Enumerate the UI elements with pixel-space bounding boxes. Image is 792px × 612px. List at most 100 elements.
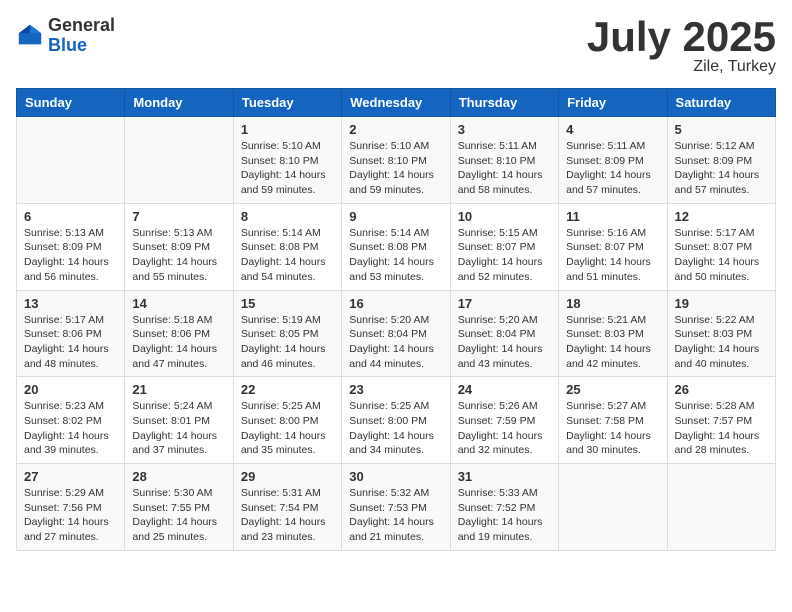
- logo-icon: [16, 22, 44, 50]
- day-number: 20: [24, 382, 117, 397]
- day-info: Sunrise: 5:25 AM Sunset: 8:00 PM Dayligh…: [241, 399, 334, 458]
- day-number: 28: [132, 469, 225, 484]
- day-number: 9: [349, 209, 442, 224]
- day-info: Sunrise: 5:12 AM Sunset: 8:09 PM Dayligh…: [675, 139, 768, 198]
- day-info: Sunrise: 5:33 AM Sunset: 7:52 PM Dayligh…: [458, 486, 551, 545]
- day-info: Sunrise: 5:20 AM Sunset: 8:04 PM Dayligh…: [458, 313, 551, 372]
- day-of-week-header: Monday: [125, 89, 233, 117]
- day-number: 19: [675, 296, 768, 311]
- calendar-cell: 7 Sunrise: 5:13 AM Sunset: 8:09 PM Daylig…: [125, 203, 233, 290]
- day-info: Sunrise: 5:16 AM Sunset: 8:07 PM Dayligh…: [566, 226, 659, 285]
- calendar-cell: 20 Sunrise: 5:23 AM Sunset: 8:02 PM Dayli…: [17, 377, 125, 464]
- calendar-week-row: 6Sunrise: 5:13 AM Sunset: 8:09 PM Daylig…: [17, 203, 776, 290]
- day-number: 16: [349, 296, 442, 311]
- day-info: Sunrise: 5:25 AM Sunset: 8:00 PM Dayligh…: [349, 399, 442, 458]
- calendar-cell: 13Sunrise: 5:17 AM Sunset: 8:06 PM Dayli…: [17, 290, 125, 377]
- day-of-week-header: Sunday: [17, 89, 125, 117]
- day-info: Sunrise: 5:14 AM Sunset: 8:08 PM Dayligh…: [241, 226, 334, 285]
- logo-blue: Blue: [48, 36, 115, 56]
- calendar-cell: 18 Sunrise: 5:21 AM Sunset: 8:03 PM Dayli…: [559, 290, 667, 377]
- day-number: 11: [566, 209, 659, 224]
- day-of-week-header: Wednesday: [342, 89, 450, 117]
- day-info: Sunrise: 5:26 AM Sunset: 7:59 PM Dayligh…: [458, 399, 551, 458]
- calendar-cell: 11 Sunrise: 5:16 AM Sunset: 8:07 PM Dayli…: [559, 203, 667, 290]
- day-of-week-header: Thursday: [450, 89, 558, 117]
- calendar-cell: [667, 464, 775, 551]
- calendar-cell: 22Sunrise: 5:25 AM Sunset: 8:00 PM Dayli…: [233, 377, 341, 464]
- calendar-cell: 15 Sunrise: 5:19 AM Sunset: 8:05 PM Dayli…: [233, 290, 341, 377]
- day-of-week-header: Tuesday: [233, 89, 341, 117]
- calendar-cell: 24 Sunrise: 5:26 AM Sunset: 7:59 PM Dayli…: [450, 377, 558, 464]
- day-number: 29: [241, 469, 334, 484]
- day-number: 8: [241, 209, 334, 224]
- day-number: 10: [458, 209, 551, 224]
- day-info: Sunrise: 5:20 AM Sunset: 8:04 PM Dayligh…: [349, 313, 442, 372]
- calendar-cell: 23 Sunrise: 5:25 AM Sunset: 8:00 PM Dayli…: [342, 377, 450, 464]
- day-info: Sunrise: 5:19 AM Sunset: 8:05 PM Dayligh…: [241, 313, 334, 372]
- day-info: Sunrise: 5:11 AM Sunset: 8:10 PM Dayligh…: [458, 139, 551, 198]
- calendar-cell: 3Sunrise: 5:11 AM Sunset: 8:10 PM Daylig…: [450, 117, 558, 204]
- calendar-cell: 14 Sunrise: 5:18 AM Sunset: 8:06 PM Dayli…: [125, 290, 233, 377]
- day-number: 30: [349, 469, 442, 484]
- calendar-cell: 12 Sunrise: 5:17 AM Sunset: 8:07 PM Dayli…: [667, 203, 775, 290]
- day-info: Sunrise: 5:10 AM Sunset: 8:10 PM Dayligh…: [241, 139, 334, 198]
- title-block: July 2025 Zile, Turkey: [587, 16, 776, 76]
- day-number: 4: [566, 122, 659, 137]
- day-number: 24: [458, 382, 551, 397]
- calendar-cell: 31 Sunrise: 5:33 AM Sunset: 7:52 PM Dayli…: [450, 464, 558, 551]
- calendar-week-row: 1 Sunrise: 5:10 AM Sunset: 8:10 PM Daylig…: [17, 117, 776, 204]
- calendar-cell: 10 Sunrise: 5:15 AM Sunset: 8:07 PM Dayli…: [450, 203, 558, 290]
- calendar-header-row: SundayMondayTuesdayWednesdayThursdayFrid…: [17, 89, 776, 117]
- day-number: 23: [349, 382, 442, 397]
- day-info: Sunrise: 5:30 AM Sunset: 7:55 PM Dayligh…: [132, 486, 225, 545]
- calendar-cell: 19 Sunrise: 5:22 AM Sunset: 8:03 PM Dayli…: [667, 290, 775, 377]
- day-number: 2: [349, 122, 442, 137]
- calendar-cell: [559, 464, 667, 551]
- calendar-cell: 16 Sunrise: 5:20 AM Sunset: 8:04 PM Dayli…: [342, 290, 450, 377]
- day-info: Sunrise: 5:10 AM Sunset: 8:10 PM Dayligh…: [349, 139, 442, 198]
- day-number: 12: [675, 209, 768, 224]
- calendar-cell: 5 Sunrise: 5:12 AM Sunset: 8:09 PM Daylig…: [667, 117, 775, 204]
- day-number: 26: [675, 382, 768, 397]
- day-info: Sunrise: 5:27 AM Sunset: 7:58 PM Dayligh…: [566, 399, 659, 458]
- logo: General Blue: [16, 16, 115, 56]
- day-info: Sunrise: 5:18 AM Sunset: 8:06 PM Dayligh…: [132, 313, 225, 372]
- day-info: Sunrise: 5:31 AM Sunset: 7:54 PM Dayligh…: [241, 486, 334, 545]
- calendar-cell: 25Sunrise: 5:27 AM Sunset: 7:58 PM Dayli…: [559, 377, 667, 464]
- day-info: Sunrise: 5:24 AM Sunset: 8:01 PM Dayligh…: [132, 399, 225, 458]
- day-info: Sunrise: 5:22 AM Sunset: 8:03 PM Dayligh…: [675, 313, 768, 372]
- day-info: Sunrise: 5:21 AM Sunset: 8:03 PM Dayligh…: [566, 313, 659, 372]
- day-info: Sunrise: 5:13 AM Sunset: 8:09 PM Dayligh…: [132, 226, 225, 285]
- logo-text: General Blue: [48, 16, 115, 56]
- calendar-cell: 27Sunrise: 5:29 AM Sunset: 7:56 PM Dayli…: [17, 464, 125, 551]
- day-number: 31: [458, 469, 551, 484]
- calendar-cell: 26Sunrise: 5:28 AM Sunset: 7:57 PM Dayli…: [667, 377, 775, 464]
- calendar-cell: 2 Sunrise: 5:10 AM Sunset: 8:10 PM Daylig…: [342, 117, 450, 204]
- calendar-week-row: 20 Sunrise: 5:23 AM Sunset: 8:02 PM Dayli…: [17, 377, 776, 464]
- day-of-week-header: Saturday: [667, 89, 775, 117]
- day-number: 5: [675, 122, 768, 137]
- day-info: Sunrise: 5:23 AM Sunset: 8:02 PM Dayligh…: [24, 399, 117, 458]
- day-info: Sunrise: 5:15 AM Sunset: 8:07 PM Dayligh…: [458, 226, 551, 285]
- calendar-cell: 4 Sunrise: 5:11 AM Sunset: 8:09 PM Daylig…: [559, 117, 667, 204]
- day-number: 15: [241, 296, 334, 311]
- day-number: 27: [24, 469, 117, 484]
- day-info: Sunrise: 5:17 AM Sunset: 8:07 PM Dayligh…: [675, 226, 768, 285]
- calendar-cell: 30 Sunrise: 5:32 AM Sunset: 7:53 PM Dayli…: [342, 464, 450, 551]
- calendar-week-row: 27Sunrise: 5:29 AM Sunset: 7:56 PM Dayli…: [17, 464, 776, 551]
- day-info: Sunrise: 5:17 AM Sunset: 8:06 PM Dayligh…: [24, 313, 117, 372]
- calendar-cell: 8 Sunrise: 5:14 AM Sunset: 8:08 PM Daylig…: [233, 203, 341, 290]
- calendar-cell: 21Sunrise: 5:24 AM Sunset: 8:01 PM Dayli…: [125, 377, 233, 464]
- day-number: 14: [132, 296, 225, 311]
- calendar-cell: 29 Sunrise: 5:31 AM Sunset: 7:54 PM Dayli…: [233, 464, 341, 551]
- day-number: 1: [241, 122, 334, 137]
- day-info: Sunrise: 5:11 AM Sunset: 8:09 PM Dayligh…: [566, 139, 659, 198]
- calendar-cell: [125, 117, 233, 204]
- day-of-week-header: Friday: [559, 89, 667, 117]
- calendar-cell: 17Sunrise: 5:20 AM Sunset: 8:04 PM Dayli…: [450, 290, 558, 377]
- day-number: 18: [566, 296, 659, 311]
- day-info: Sunrise: 5:32 AM Sunset: 7:53 PM Dayligh…: [349, 486, 442, 545]
- day-number: 7: [132, 209, 225, 224]
- calendar-cell: [17, 117, 125, 204]
- location-subtitle: Zile, Turkey: [587, 58, 776, 76]
